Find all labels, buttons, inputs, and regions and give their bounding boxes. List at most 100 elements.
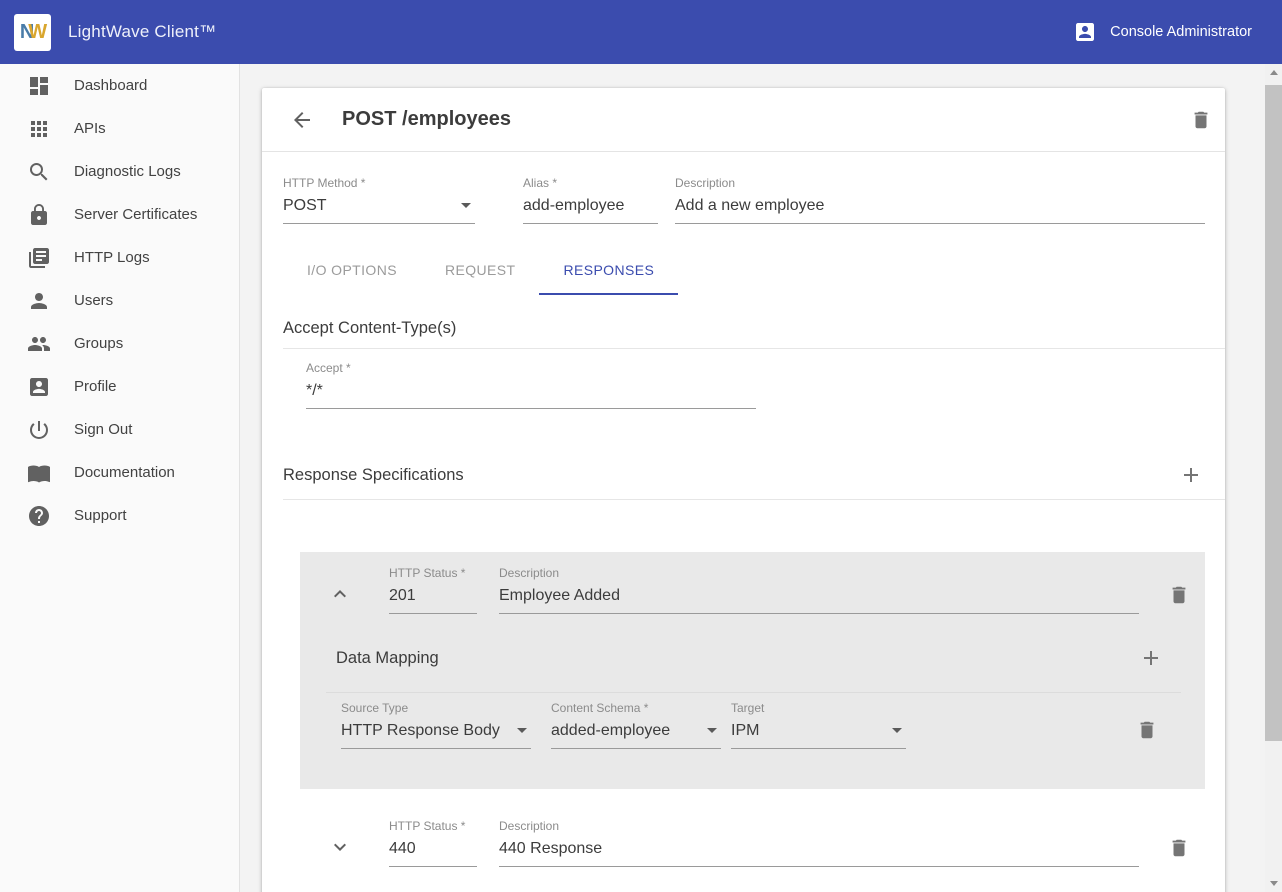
- source-type-label: Source Type: [341, 701, 531, 716]
- http-method-label: HTTP Method *: [283, 176, 475, 191]
- delete-response-spec-button[interactable]: [1165, 581, 1193, 609]
- http-method-value: POST: [283, 196, 327, 216]
- description-field: Description Add a new employee: [675, 176, 1205, 224]
- content-schema-label: Content Schema *: [551, 701, 721, 716]
- person-icon: [27, 289, 51, 313]
- apps-grid-icon: [27, 117, 51, 141]
- account-button[interactable]: Console Administrator: [1073, 20, 1252, 44]
- description-label: Description: [675, 176, 1205, 191]
- trash-icon: [1136, 719, 1158, 741]
- account-box-icon: [1073, 20, 1097, 44]
- chevron-down-icon: [892, 728, 902, 733]
- alias-label: Alias *: [523, 176, 658, 191]
- tab-responses[interactable]: RESPONSES: [539, 247, 678, 295]
- collapse-spec-button[interactable]: [326, 580, 354, 608]
- content-schema-value: added-employee: [551, 721, 670, 741]
- tab-request[interactable]: REQUEST: [421, 247, 539, 295]
- sidebar-item-diagnostic-logs[interactable]: Diagnostic Logs: [0, 150, 239, 193]
- add-response-spec-button[interactable]: [1177, 461, 1205, 489]
- add-data-mapping-button[interactable]: [1137, 644, 1165, 672]
- sidebar-item-documentation[interactable]: Documentation: [0, 451, 239, 494]
- people-icon: [27, 332, 51, 356]
- accept-input[interactable]: */*: [306, 376, 756, 409]
- http-status-field: HTTP Status * 440: [389, 819, 477, 867]
- source-type-value: HTTP Response Body: [341, 721, 500, 741]
- sidebar-item-label: Diagnostic Logs: [74, 163, 181, 180]
- main-content: POST /employees HTTP Method * POST Alias…: [240, 64, 1265, 892]
- account-box-icon: [27, 375, 51, 399]
- accept-section-title: Accept Content-Type(s): [283, 319, 456, 338]
- target-label: Target: [731, 701, 906, 716]
- sidebar-item-sign-out[interactable]: Sign Out: [0, 408, 239, 451]
- http-status-input[interactable]: 201: [389, 581, 477, 614]
- sidebar-item-server-certificates[interactable]: Server Certificates: [0, 193, 239, 236]
- accept-label: Accept *: [306, 361, 756, 376]
- delete-endpoint-button[interactable]: [1187, 106, 1215, 134]
- plus-icon: [1179, 463, 1203, 487]
- app-title: LightWave Client™: [68, 22, 216, 42]
- sidebar-item-support[interactable]: Support: [0, 494, 239, 537]
- vertical-scrollbar[interactable]: [1265, 64, 1282, 892]
- source-type-select[interactable]: HTTP Response Body: [341, 716, 531, 749]
- http-method-select[interactable]: POST: [283, 191, 475, 224]
- sidebar-item-label: Documentation: [74, 464, 175, 481]
- endpoint-card-header: POST /employees: [262, 88, 1225, 152]
- scrollbar-thumb[interactable]: [1265, 85, 1282, 741]
- endpoint-tabs: I/O OPTIONS REQUEST RESPONSES: [283, 247, 1225, 295]
- sidebar-item-label: Profile: [74, 378, 117, 395]
- dashboard-icon: [27, 74, 51, 98]
- response-specs-title: Response Specifications: [283, 466, 464, 485]
- trash-icon: [1190, 109, 1212, 131]
- http-method-field: HTTP Method * POST: [283, 176, 475, 224]
- book-icon: [27, 461, 51, 485]
- content-schema-field: Content Schema * added-employee: [551, 701, 721, 749]
- accept-field: Accept * */*: [306, 361, 756, 409]
- spec-description-value: Employee Added: [499, 586, 620, 606]
- data-mapping-row: Source Type HTTP Response Body Content S…: [300, 693, 1205, 749]
- help-icon: [27, 504, 51, 528]
- target-value: IPM: [731, 721, 759, 741]
- scroll-down-button[interactable]: [1265, 875, 1282, 892]
- sidebar-item-dashboard[interactable]: Dashboard: [0, 64, 239, 107]
- delete-data-mapping-button[interactable]: [1133, 716, 1161, 744]
- sidebar-item-users[interactable]: Users: [0, 279, 239, 322]
- data-mapping-header: Data Mapping: [300, 614, 1205, 672]
- response-spec-item-440: HTTP Status * 440 Description 440 Respon…: [300, 805, 1205, 867]
- scroll-up-button[interactable]: [1265, 64, 1282, 81]
- sidebar-item-profile[interactable]: Profile: [0, 365, 239, 408]
- back-button[interactable]: [288, 106, 316, 134]
- sidebar-item-label: Server Certificates: [74, 206, 197, 223]
- endpoint-form-row: HTTP Method * POST Alias * add-employee …: [262, 152, 1225, 224]
- sidebar-item-label: Users: [74, 292, 113, 309]
- power-icon: [27, 418, 51, 442]
- chevron-down-icon: [461, 203, 471, 208]
- sidebar-item-label: Sign Out: [74, 421, 132, 438]
- tab-io-options[interactable]: I/O OPTIONS: [283, 247, 421, 295]
- target-select[interactable]: IPM: [731, 716, 906, 749]
- scroll-up-icon: [1270, 70, 1278, 75]
- spec-description-field: Description Employee Added: [499, 566, 1139, 614]
- alias-field: Alias * add-employee: [523, 176, 658, 224]
- sidebar-item-http-logs[interactable]: HTTP Logs: [0, 236, 239, 279]
- accept-value: */*: [306, 381, 323, 401]
- sidebar-item-label: APIs: [74, 120, 106, 137]
- delete-response-spec-button[interactable]: [1165, 834, 1193, 862]
- spec-description-input[interactable]: Employee Added: [499, 581, 1139, 614]
- sidebar-item-groups[interactable]: Groups: [0, 322, 239, 365]
- divider: [283, 348, 1225, 349]
- alias-input[interactable]: add-employee: [523, 191, 658, 224]
- spec-description-value: 440 Response: [499, 839, 602, 859]
- http-status-input[interactable]: 440: [389, 834, 477, 867]
- expand-spec-button[interactable]: [326, 833, 354, 861]
- sidebar-item-apis[interactable]: APIs: [0, 107, 239, 150]
- content-schema-select[interactable]: added-employee: [551, 716, 721, 749]
- spec-description-label: Description: [499, 566, 1139, 581]
- description-input[interactable]: Add a new employee: [675, 191, 1205, 224]
- http-status-label: HTTP Status *: [389, 566, 477, 581]
- spec-description-field: Description 440 Response: [499, 819, 1139, 867]
- http-status-label: HTTP Status *: [389, 819, 477, 834]
- http-status-value: 201: [389, 586, 416, 606]
- spec-description-input[interactable]: 440 Response: [499, 834, 1139, 867]
- app-logo: NW: [14, 14, 51, 51]
- plus-icon: [1139, 646, 1163, 670]
